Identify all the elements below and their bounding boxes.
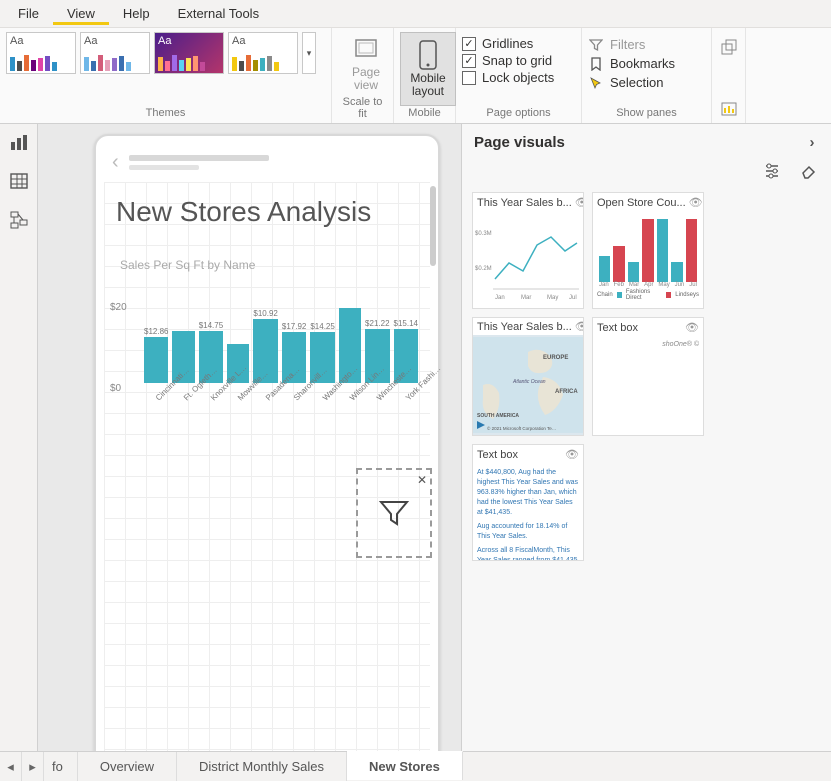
bookmark-icon: [588, 57, 604, 71]
collapse-pane-icon[interactable]: ›: [803, 134, 821, 151]
svg-text:EUROPE: EUROPE: [543, 355, 568, 361]
funnel-icon: [588, 38, 604, 52]
chart-title: Sales Per Sq Ft by Name: [108, 258, 420, 272]
visibility-icon[interactable]: 👁: [689, 196, 703, 209]
sync-slicers-icon: [720, 38, 738, 56]
tab-district-monthly-sales[interactable]: District Monthly Sales: [177, 752, 347, 781]
theme-thumb-4[interactable]: Aa: [228, 32, 298, 74]
selection-pane-button[interactable]: Selection: [588, 74, 705, 91]
model-view-icon[interactable]: [9, 210, 29, 233]
svg-text:May: May: [547, 295, 558, 301]
left-nav-rail: [0, 124, 38, 751]
visual-card-textbox-2[interactable]: Text box👁 At $440,800, Aug had the highe…: [472, 444, 584, 561]
menu-help[interactable]: Help: [109, 2, 164, 25]
snap-to-grid-checkbox[interactable]: ✓Snap to grid: [462, 53, 575, 68]
scale-group-label: Scale to fit: [338, 96, 387, 122]
svg-text:Mar: Mar: [521, 295, 531, 301]
theme-thumb-1[interactable]: Aa: [6, 32, 76, 74]
svg-text:© 2021 Microsoft Corporation T: © 2021 Microsoft Corporation Te…: [487, 425, 556, 431]
bar-0: $12.86Cincinnati…: [144, 327, 168, 392]
slicer-placeholder[interactable]: ✕: [356, 468, 432, 558]
svg-text:Atlantic Ocean: Atlantic Ocean: [512, 379, 546, 385]
gridlines-checkbox[interactable]: ✓Gridlines: [462, 36, 575, 51]
visual-card-textbox-1[interactable]: Text box👁 shoOne® ©: [592, 317, 704, 436]
page-visuals-title: Page visuals: [474, 134, 565, 151]
svg-text:$0.3M: $0.3M: [475, 231, 492, 237]
y-tick-20: $20: [110, 302, 127, 313]
report-view-icon[interactable]: [9, 132, 29, 155]
tab-nav-prev[interactable]: ◂: [0, 752, 22, 781]
menubar: File View Help External Tools: [0, 0, 831, 28]
themes-group-label: Themes: [6, 107, 325, 121]
visibility-icon[interactable]: 👁: [565, 448, 579, 461]
show-panes-group-label: Show panes: [588, 107, 705, 121]
eraser-icon[interactable]: [799, 161, 817, 182]
svg-text:Jan: Jan: [495, 295, 505, 301]
mobile-group-label: Mobile: [400, 107, 449, 121]
tab-nav-next[interactable]: ▸: [22, 752, 44, 781]
mobile-icon: [418, 40, 438, 70]
page-tabs: ◂ ▸ fo Overview District Monthly Sales N…: [0, 751, 831, 781]
mobile-layout-button[interactable]: Mobile layout: [400, 32, 456, 106]
visual-card-line[interactable]: This Year Sales b...👁 $0.3M $0.2M Jan Ma…: [472, 192, 584, 309]
bookmarks-pane-button[interactable]: Bookmarks: [588, 55, 705, 72]
visibility-icon[interactable]: 👁: [685, 321, 699, 334]
filters-pane-button[interactable]: Filters: [588, 36, 705, 53]
sync-slicers-button[interactable]: [720, 32, 738, 59]
tab-overview[interactable]: Overview: [78, 752, 177, 781]
ribbon: Aa Aa Aa: [0, 28, 831, 124]
visibility-icon[interactable]: 👁: [575, 196, 583, 209]
themes-dropdown[interactable]: ▾: [302, 32, 316, 74]
settings-icon[interactable]: [763, 161, 781, 182]
page-view-icon: [352, 36, 380, 64]
visual-card-bar[interactable]: Open Store Cou...👁 JanFeb MarApr MayJun …: [592, 192, 704, 309]
menu-external-tools[interactable]: External Tools: [164, 2, 273, 25]
performance-icon: [720, 100, 738, 118]
phone-scrollbar[interactable]: [430, 186, 436, 266]
y-tick-0: $0: [110, 383, 121, 394]
funnel-icon: [377, 496, 411, 530]
phone-header: ‹: [104, 144, 430, 180]
visibility-icon[interactable]: 👁: [575, 320, 583, 333]
main-area: ‹ New Stores Analysis Sales Per Sq Ft by…: [0, 124, 831, 751]
theme-thumb-3[interactable]: Aa: [154, 32, 224, 74]
svg-text:SOUTH AMERICA: SOUTH AMERICA: [477, 413, 519, 419]
menu-file[interactable]: File: [4, 2, 53, 25]
close-icon[interactable]: ✕: [417, 473, 427, 487]
canvas[interactable]: ‹ New Stores Analysis Sales Per Sq Ft by…: [38, 124, 462, 751]
tab-new-stores[interactable]: New Stores: [347, 751, 463, 780]
lock-objects-checkbox[interactable]: Lock objects: [462, 70, 575, 85]
svg-text:Jul: Jul: [569, 295, 577, 301]
menu-view[interactable]: View: [53, 2, 109, 25]
sales-per-sqft-chart[interactable]: Sales Per Sq Ft by Name $20 $0 $12.86Cin…: [108, 258, 420, 426]
report-title: New Stores Analysis: [116, 196, 371, 228]
svg-text:$0.2M: $0.2M: [475, 266, 492, 272]
tab-partial[interactable]: fo: [44, 752, 78, 781]
page-options-group-label: Page options: [462, 107, 575, 121]
svg-text:AFRICA: AFRICA: [555, 389, 578, 395]
data-view-icon[interactable]: [9, 171, 29, 194]
mobile-frame: ‹ New Stores Analysis Sales Per Sq Ft by…: [94, 134, 440, 751]
mobile-canvas-grid[interactable]: New Stores Analysis Sales Per Sq Ft by N…: [104, 182, 430, 751]
performance-analyzer-button[interactable]: [720, 94, 738, 121]
back-chevron-icon[interactable]: ‹: [112, 151, 119, 174]
visual-card-map[interactable]: This Year Sales b...👁 EUROPE AFRICA SOUT…: [472, 317, 584, 436]
theme-thumb-2[interactable]: Aa: [80, 32, 150, 74]
page-visuals-pane: Page visuals › This Year Sales b...👁 $0.…: [462, 124, 831, 751]
page-view-button[interactable]: Page view: [338, 32, 394, 96]
selection-icon: [588, 76, 604, 90]
